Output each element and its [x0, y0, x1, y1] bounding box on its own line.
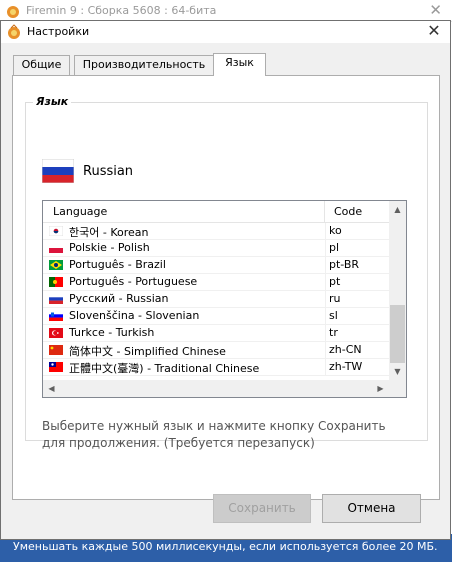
language-name: 正體中文(臺灣) - Traditional Chinese: [69, 362, 260, 375]
language-name: Português - Brazil: [69, 258, 166, 271]
column-header-code[interactable]: Code: [325, 201, 389, 222]
background-close-icon[interactable]: ✕: [429, 1, 442, 19]
current-language-label: Russian: [83, 164, 134, 179]
list-item[interactable]: 简体中文 - Simplified Chinese zh-CN: [43, 342, 389, 359]
groupbox-title: Язык: [33, 95, 72, 108]
dialog-titlebar: Настройки ✕: [1, 21, 450, 43]
language-code: zh-CN: [329, 343, 362, 356]
list-item[interactable]: Turkce - Turkish tr: [43, 325, 389, 342]
list-body: 한국어 - Korean ko Polskie - Polish pl Port…: [43, 223, 389, 376]
list-item[interactable]: 한국어 - Korean ko: [43, 223, 389, 240]
language-code: pt: [329, 275, 341, 288]
language-list[interactable]: Language Code 한국어 - Korean ko Polskie - …: [42, 200, 407, 398]
language-code: ko: [329, 224, 342, 237]
language-name: 简体中文 - Simplified Chinese: [69, 345, 226, 358]
scroll-up-icon[interactable]: ▲: [389, 201, 406, 218]
horizontal-scrollbar[interactable]: ◀ ▶: [43, 380, 389, 397]
vertical-scrollbar[interactable]: ▲ ▼: [389, 201, 406, 380]
poland-flag-icon: [49, 243, 63, 253]
tab-general[interactable]: Общие: [13, 55, 70, 75]
slovenia-flag-icon: [49, 311, 63, 321]
language-name: 한국어 - Korean: [69, 226, 149, 239]
firemin-app-icon: [8, 24, 20, 39]
background-status-text: Уменьшать каждые 500 миллисекунды, если …: [13, 540, 438, 553]
close-icon[interactable]: ✕: [426, 22, 442, 40]
column-header-language[interactable]: Language: [43, 201, 325, 222]
scrollbar-corner: [389, 380, 406, 397]
language-code: pl: [329, 241, 340, 254]
list-item[interactable]: 正體中文(臺灣) - Traditional Chinese zh-TW: [43, 359, 389, 376]
scroll-left-icon[interactable]: ◀: [43, 380, 60, 397]
language-code: ru: [329, 292, 341, 305]
scrollbar-thumb[interactable]: [390, 305, 405, 363]
russia-flag-icon: [42, 159, 74, 183]
list-item[interactable]: Polskie - Polish pl: [43, 240, 389, 257]
language-code: sl: [329, 309, 338, 322]
list-item[interactable]: Slovenščina - Slovenian sl: [43, 308, 389, 325]
scroll-right-icon[interactable]: ▶: [372, 380, 389, 397]
brazil-flag-icon: [49, 260, 63, 270]
language-name: Polskie - Polish: [69, 241, 150, 254]
language-name: Русский - Russian: [69, 292, 169, 305]
language-name: Turkce - Turkish: [69, 326, 155, 339]
language-code: pt-BR: [329, 258, 360, 271]
settings-dialog: Настройки ✕ Общие Производительность Язы…: [0, 20, 451, 540]
list-item[interactable]: Português - Portuguese pt: [43, 274, 389, 291]
cancel-button[interactable]: Отмена: [322, 494, 421, 523]
language-code: zh-TW: [329, 360, 363, 373]
russia-flag-icon: [49, 294, 63, 304]
background-titlebar: Firemin 9 : Сборка 5608 : 64-бита ✕: [0, 0, 452, 22]
language-tab-panel: Язык Russian Language Code 한국어 - Korean …: [12, 75, 440, 500]
firemin-app-icon: [7, 6, 19, 18]
language-code: tr: [329, 326, 338, 339]
language-hint-text: Выберите нужный язык и нажмите кнопку Со…: [42, 419, 386, 450]
scroll-down-icon[interactable]: ▼: [389, 363, 406, 380]
korea-flag-icon: [49, 226, 63, 236]
list-item[interactable]: Русский - Russian ru: [43, 291, 389, 308]
china-flag-icon: [49, 345, 63, 355]
tab-language[interactable]: Язык: [213, 53, 266, 76]
taiwan-flag-icon: [49, 362, 63, 372]
portugal-flag-icon: [49, 277, 63, 287]
save-button[interactable]: Сохранить: [213, 494, 311, 523]
list-item[interactable]: Português - Brazil pt-BR: [43, 257, 389, 274]
language-name: Português - Portuguese: [69, 275, 198, 288]
language-name: Slovenščina - Slovenian: [69, 309, 200, 322]
background-window-title: Firemin 9 : Сборка 5608 : 64-бита: [26, 4, 217, 17]
list-header: Language Code: [43, 201, 389, 223]
dialog-title: Настройки: [27, 25, 90, 38]
turkey-flag-icon: [49, 328, 63, 338]
tab-performance[interactable]: Производительность: [74, 55, 214, 75]
